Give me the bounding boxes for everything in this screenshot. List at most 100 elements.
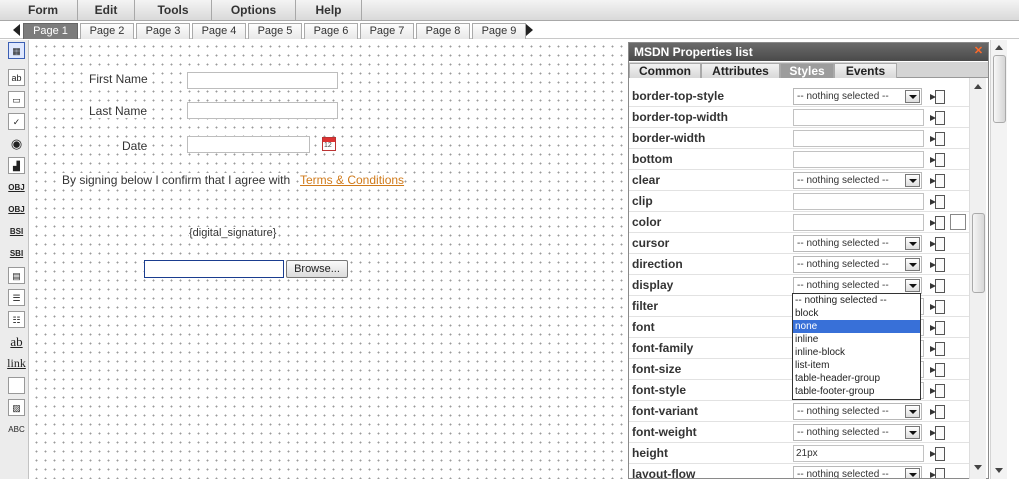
menu-help[interactable]: Help <box>296 0 362 21</box>
tab-page-3[interactable]: Page 3 <box>136 23 190 39</box>
prop-select-display[interactable]: -- nothing selected -- <box>793 277 922 294</box>
apply-icon[interactable] <box>930 467 945 478</box>
text-field-icon[interactable]: ab <box>8 69 25 86</box>
apply-icon[interactable] <box>930 110 945 125</box>
close-icon[interactable]: ✕ <box>973 46 984 57</box>
link-icon[interactable]: link <box>6 355 27 372</box>
tab-page-4[interactable]: Page 4 <box>192 23 246 39</box>
scroll-up-icon[interactable] <box>995 45 1003 50</box>
apply-icon[interactable] <box>930 131 945 146</box>
first-name-field[interactable] <box>187 72 338 89</box>
prop-select-font-weight[interactable]: -- nothing selected -- <box>793 424 922 441</box>
grid-icon[interactable]: ▤ <box>8 267 25 284</box>
tab-events[interactable]: Events <box>834 63 897 78</box>
scrollbar-thumb[interactable] <box>972 213 985 293</box>
apply-icon[interactable] <box>930 320 945 335</box>
date-field[interactable] <box>187 136 310 153</box>
dropdown-option[interactable]: list-item <box>793 359 920 372</box>
radio-icon[interactable]: ◉ <box>8 135 25 152</box>
prop-select-border-top-style[interactable]: -- nothing selected -- <box>793 88 922 105</box>
tab-page-7[interactable]: Page 7 <box>360 23 414 39</box>
prop-input-border-top-width[interactable] <box>793 109 924 126</box>
apply-icon[interactable] <box>930 89 945 104</box>
menu-form[interactable]: Form <box>0 0 78 21</box>
color-picker-button[interactable] <box>950 214 966 230</box>
tab-page-9[interactable]: Page 9 <box>472 23 526 39</box>
apply-icon[interactable] <box>930 362 945 377</box>
display-dropdown-list[interactable]: -- nothing selected -- block none inline inl… <box>792 293 921 400</box>
prop-input-bottom[interactable] <box>793 151 924 168</box>
obj-1-icon[interactable]: OBJ <box>8 179 25 196</box>
menu-options[interactable]: Options <box>212 0 296 21</box>
apply-icon[interactable] <box>930 236 945 251</box>
list-icon[interactable]: ☰ <box>8 289 25 306</box>
chevron-down-icon[interactable] <box>905 426 920 439</box>
apply-icon[interactable] <box>930 278 945 293</box>
tab-page-2[interactable]: Page 2 <box>80 23 134 39</box>
prop-input-height[interactable]: 21px <box>793 445 924 462</box>
dropdown-option[interactable]: none <box>793 320 920 333</box>
prop-select-direction[interactable]: -- nothing selected -- <box>793 256 922 273</box>
obj-2-icon[interactable]: OBJ <box>8 201 25 218</box>
dropdown-option[interactable]: table-header-group <box>793 372 920 385</box>
chevron-down-icon[interactable] <box>905 174 920 187</box>
label-icon[interactable]: ab <box>8 333 25 350</box>
image-icon[interactable]: ▨ <box>8 399 25 416</box>
tab-scroll-left-icon[interactable] <box>13 24 20 36</box>
browse-button[interactable]: Browse... <box>286 260 348 278</box>
tab-styles[interactable]: Styles <box>780 63 834 78</box>
tab-common[interactable]: Common <box>629 63 701 78</box>
box-icon[interactable] <box>8 377 25 394</box>
tab-page-5[interactable]: Page 5 <box>248 23 302 39</box>
dropdown-option[interactable]: -- nothing selected -- <box>793 294 920 307</box>
chevron-down-icon[interactable] <box>905 405 920 418</box>
tab-page-8[interactable]: Page 8 <box>416 23 470 39</box>
apply-icon[interactable] <box>930 341 945 356</box>
properties-scrollbar[interactable] <box>969 78 986 479</box>
menu-tools[interactable]: Tools <box>135 0 212 21</box>
chevron-down-icon[interactable] <box>905 258 920 271</box>
design-canvas[interactable]: First Name Last Name Date 12 By signing … <box>30 40 628 479</box>
scroll-up-icon[interactable] <box>974 84 982 89</box>
insert-grid-icon[interactable]: ▦ <box>8 42 25 59</box>
bsi-icon[interactable]: BSI <box>8 223 25 240</box>
prop-select-clear[interactable]: -- nothing selected -- <box>793 172 922 189</box>
page-scrollbar[interactable] <box>990 40 1007 479</box>
list-2-icon[interactable]: ☷ <box>8 311 25 328</box>
dropdown-option[interactable]: inline <box>793 333 920 346</box>
dropdown-option[interactable]: inline-block <box>793 346 920 359</box>
sbi-icon[interactable]: SBI <box>8 245 25 262</box>
prop-select-layout-flow[interactable]: -- nothing selected -- <box>793 466 922 478</box>
tab-page-1[interactable]: Page 1 <box>23 23 78 39</box>
prop-select-font-variant[interactable]: -- nothing selected -- <box>793 403 922 420</box>
chevron-down-icon[interactable] <box>905 468 920 478</box>
apply-icon[interactable] <box>930 152 945 167</box>
chart-icon[interactable]: ▟ <box>8 157 25 174</box>
chevron-down-icon[interactable] <box>905 90 920 103</box>
calendar-icon[interactable]: 12 <box>322 137 336 151</box>
apply-icon[interactable] <box>930 194 945 209</box>
password-field-icon[interactable]: ▭ <box>8 91 25 108</box>
apply-icon[interactable] <box>930 299 945 314</box>
signature-file-input[interactable] <box>144 260 284 278</box>
prop-input-color[interactable] <box>793 214 924 231</box>
terms-link[interactable]: Terms & Conditions <box>300 173 405 187</box>
apply-icon[interactable] <box>930 173 945 188</box>
prop-input-clip[interactable] <box>793 193 924 210</box>
prop-input-border-width[interactable] <box>793 130 924 147</box>
tab-page-6[interactable]: Page 6 <box>304 23 358 39</box>
apply-icon[interactable] <box>930 215 945 230</box>
last-name-field[interactable] <box>187 102 338 119</box>
apply-icon[interactable] <box>930 383 945 398</box>
apply-icon[interactable] <box>930 257 945 272</box>
tab-scroll-right-icon[interactable] <box>526 24 533 36</box>
chevron-down-icon[interactable] <box>905 279 920 292</box>
prop-select-cursor[interactable]: -- nothing selected -- <box>793 235 922 252</box>
scrollbar-thumb[interactable] <box>993 55 1006 123</box>
dropdown-option[interactable]: block <box>793 307 920 320</box>
checkbox-icon[interactable]: ✓ <box>8 113 25 130</box>
scroll-down-icon[interactable] <box>974 465 982 470</box>
spellcheck-icon[interactable]: ABC <box>8 421 25 438</box>
apply-icon[interactable] <box>930 446 945 461</box>
scroll-down-icon[interactable] <box>995 468 1003 473</box>
